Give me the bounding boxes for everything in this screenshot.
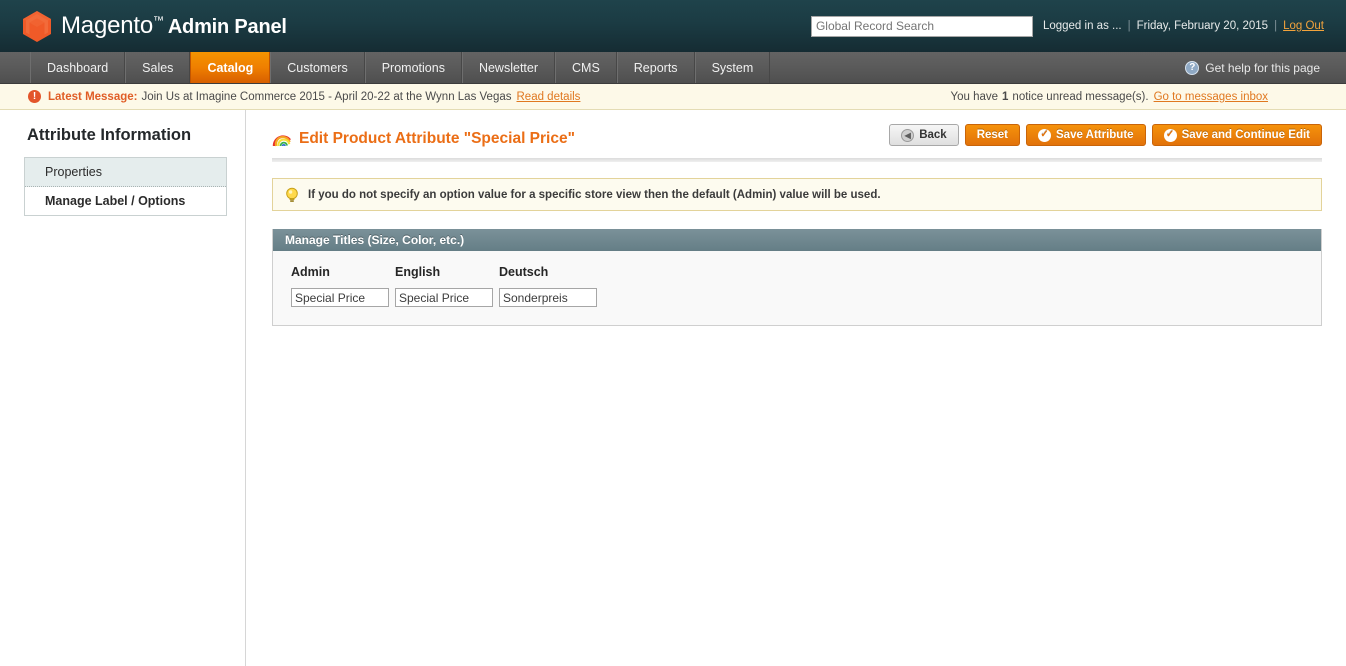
save-and-continue-edit-button[interactable]: ✓ Save and Continue Edit bbox=[1151, 124, 1322, 146]
store-view-notice-text: If you do not specify an option value fo… bbox=[308, 188, 881, 201]
global-search-input[interactable] bbox=[810, 15, 1033, 37]
main-navigation: Dashboard Sales Catalog Customers Promot… bbox=[0, 52, 1346, 84]
magento-logo-icon bbox=[22, 10, 52, 42]
english-label: English bbox=[395, 265, 441, 279]
nav-item-newsletter[interactable]: Newsletter bbox=[461, 52, 555, 83]
messages-inbox-link[interactable]: Go to messages inbox bbox=[1154, 91, 1268, 103]
nav-item-promotions[interactable]: Promotions bbox=[364, 52, 462, 83]
brand-trademark: ™ bbox=[153, 15, 164, 27]
action-button-row: ◀ Back Reset ✓ Save Attribute ✓ Save and… bbox=[889, 124, 1322, 146]
deutsch-label: Deutsch bbox=[499, 265, 549, 279]
logout-link[interactable]: Log Out bbox=[1283, 20, 1324, 32]
nav-item-catalog[interactable]: Catalog bbox=[190, 52, 271, 83]
latest-message-label: Latest Message: bbox=[48, 90, 138, 103]
unread-notice: You have 1 notice unread message(s). Go … bbox=[950, 84, 1268, 110]
latest-message-bar: ! Latest Message: Join Us at Imagine Com… bbox=[0, 84, 1346, 110]
nav-item-reports[interactable]: Reports bbox=[616, 52, 695, 83]
attribute-information-sidebar: Attribute Information Properties Manage … bbox=[0, 110, 246, 666]
rainbow-icon bbox=[272, 131, 292, 147]
check-circle-icon: ✓ bbox=[1163, 128, 1177, 142]
content-header: Edit Product Attribute "Special Price" ◀… bbox=[272, 124, 1322, 152]
question-mark-icon: ? bbox=[1185, 61, 1200, 75]
alert-icon: ! bbox=[28, 90, 41, 103]
manage-titles-heading: Manage Titles (Size, Color, etc.) bbox=[273, 229, 1321, 251]
unread-suffix: notice unread message(s). bbox=[1012, 91, 1149, 103]
nav-item-cms[interactable]: CMS bbox=[555, 52, 617, 83]
reset-button[interactable]: Reset bbox=[964, 124, 1021, 146]
nav-item-sales[interactable]: Sales bbox=[125, 52, 191, 83]
app-header: Magento™Admin Panel Logged in as ... | Fri… bbox=[0, 0, 1346, 52]
unread-prefix: You have bbox=[950, 91, 999, 103]
brand-logo[interactable]: Magento™ Admin Panel bbox=[22, 10, 287, 42]
header-divider bbox=[272, 158, 1322, 162]
sidebar-heading: Attribute Information bbox=[27, 126, 192, 144]
page-title: Edit Product Attribute "Special Price" bbox=[299, 130, 575, 147]
header-right-cluster: Logged in as ... | Friday, February 20, 20… bbox=[810, 0, 1324, 52]
read-details-link[interactable]: Read details bbox=[517, 91, 581, 103]
current-date-label: Friday, February 20, 2015 bbox=[1136, 20, 1269, 32]
admin-title-input[interactable] bbox=[291, 288, 389, 307]
admin-label: Admin bbox=[291, 265, 330, 279]
brand-name: Magento bbox=[61, 12, 153, 39]
header-session-info: Logged in as ... | Friday, February 20, 20… bbox=[1043, 20, 1324, 32]
check-circle-icon: ✓ bbox=[1038, 128, 1052, 142]
latest-message-text: Join Us at Imagine Commerce 2015 - April… bbox=[141, 90, 512, 103]
unread-count: 1 bbox=[1002, 91, 1009, 103]
nav-item-dashboard[interactable]: Dashboard bbox=[30, 52, 126, 83]
back-button[interactable]: ◀ Back bbox=[889, 124, 959, 146]
nav-item-customers[interactable]: Customers bbox=[270, 52, 365, 83]
save-and-continue-label: Save and Continue Edit bbox=[1181, 129, 1310, 141]
sidebar-item-manage-label-options[interactable]: Manage Label / Options bbox=[25, 187, 226, 215]
meta-separator-2: | bbox=[1274, 20, 1278, 32]
logged-in-as-label: Logged in as ... bbox=[1042, 20, 1122, 32]
title-column-deutsch: Deutsch bbox=[499, 265, 603, 307]
manage-titles-panel: Manage Titles (Size, Color, etc.) Admin … bbox=[272, 229, 1322, 326]
reset-button-label: Reset bbox=[976, 129, 1009, 141]
title-column-english: English bbox=[395, 265, 499, 307]
lightbulb-icon bbox=[285, 187, 299, 203]
get-help-link[interactable]: ? Get help for this page bbox=[1185, 52, 1320, 84]
meta-separator-1: | bbox=[1127, 20, 1131, 32]
manage-titles-body: Admin English Deutsch bbox=[273, 251, 1321, 325]
titles-grid: Admin English Deutsch bbox=[291, 265, 1303, 307]
title-column-admin: Admin bbox=[291, 265, 395, 307]
save-attribute-button[interactable]: ✓ Save Attribute bbox=[1026, 124, 1146, 146]
brand-title: Magento™ Admin Panel bbox=[61, 12, 287, 40]
brand-suffix: Admin Panel bbox=[167, 16, 287, 38]
nav-item-system[interactable]: System bbox=[694, 52, 771, 83]
sidebar-menu: Properties Manage Label / Options bbox=[24, 157, 227, 216]
store-view-notice: If you do not specify an option value fo… bbox=[272, 178, 1322, 211]
sidebar-item-properties[interactable]: Properties bbox=[25, 158, 226, 187]
page-body: Attribute Information Properties Manage … bbox=[0, 110, 1346, 666]
main-content: Edit Product Attribute "Special Price" ◀… bbox=[246, 110, 1346, 666]
back-button-label: Back bbox=[919, 129, 947, 141]
english-title-input[interactable] bbox=[395, 288, 493, 307]
deutsch-title-input[interactable] bbox=[499, 288, 597, 307]
get-help-label: Get help for this page bbox=[1205, 61, 1320, 75]
back-arrow-icon: ◀ bbox=[901, 128, 915, 142]
save-attribute-label: Save Attribute bbox=[1056, 129, 1134, 141]
